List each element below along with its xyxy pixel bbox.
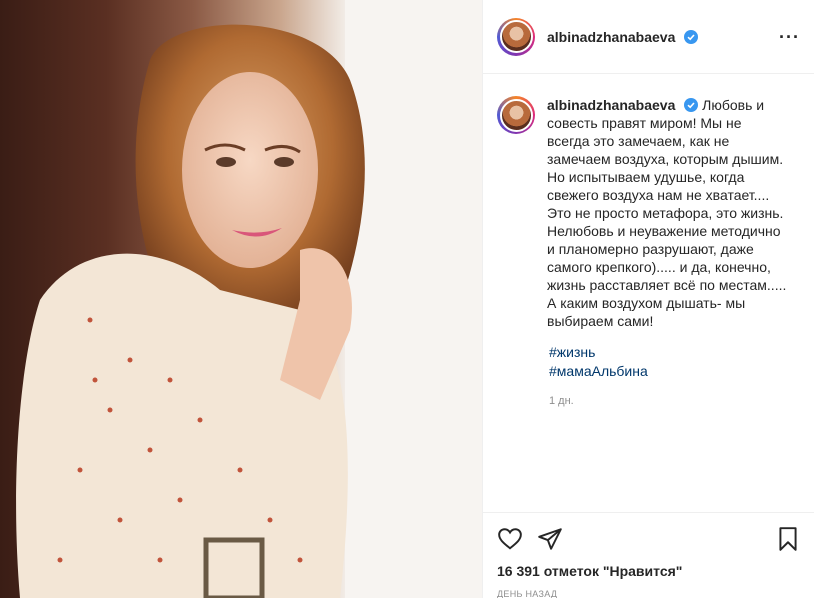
caption-avatar[interactable]	[497, 96, 535, 134]
caption-row: albinadzhanabaeva Любовь и совесть правя…	[497, 96, 801, 330]
hashtag-link[interactable]: #мамаАльбина	[549, 362, 801, 381]
more-options-icon[interactable]: ···	[779, 28, 800, 46]
post-header: albinadzhanabaeva ···	[483, 0, 814, 74]
caption-text: albinadzhanabaeva Любовь и совесть правя…	[547, 96, 787, 330]
actions-section: 16 391 отметок "Нравится" ДЕНЬ НАЗАД	[483, 512, 814, 598]
likes-count[interactable]: 16 391 отметок "Нравится"	[497, 563, 801, 579]
heart-icon[interactable]	[497, 526, 523, 552]
comments-section: albinadzhanabaeva Любовь и совесть правя…	[483, 74, 814, 512]
hashtags: #жизнь #мамаАльбина	[549, 343, 801, 381]
caption-username[interactable]: albinadzhanabaeva	[547, 97, 675, 113]
time-ago[interactable]: 1 дн.	[549, 395, 801, 407]
portrait-illustration	[16, 0, 482, 598]
post-side-panel: albinadzhanabaeva ··· albinadzhanabaeva …	[482, 0, 814, 598]
bookmark-icon[interactable]	[775, 526, 801, 552]
paper-plane-icon[interactable]	[537, 526, 563, 552]
avatar[interactable]	[497, 17, 535, 56]
username-link[interactable]: albinadzhanabaeva	[547, 29, 699, 45]
caption-body: Любовь и совесть правят миром! Мы не все…	[547, 97, 787, 329]
post-photo[interactable]	[0, 0, 482, 598]
posted-time: ДЕНЬ НАЗАД	[497, 589, 558, 598]
verified-badge-icon	[684, 29, 699, 44]
action-row	[497, 523, 801, 555]
verified-badge-icon	[684, 98, 699, 112]
hashtag-link[interactable]: #жизнь	[549, 343, 801, 362]
